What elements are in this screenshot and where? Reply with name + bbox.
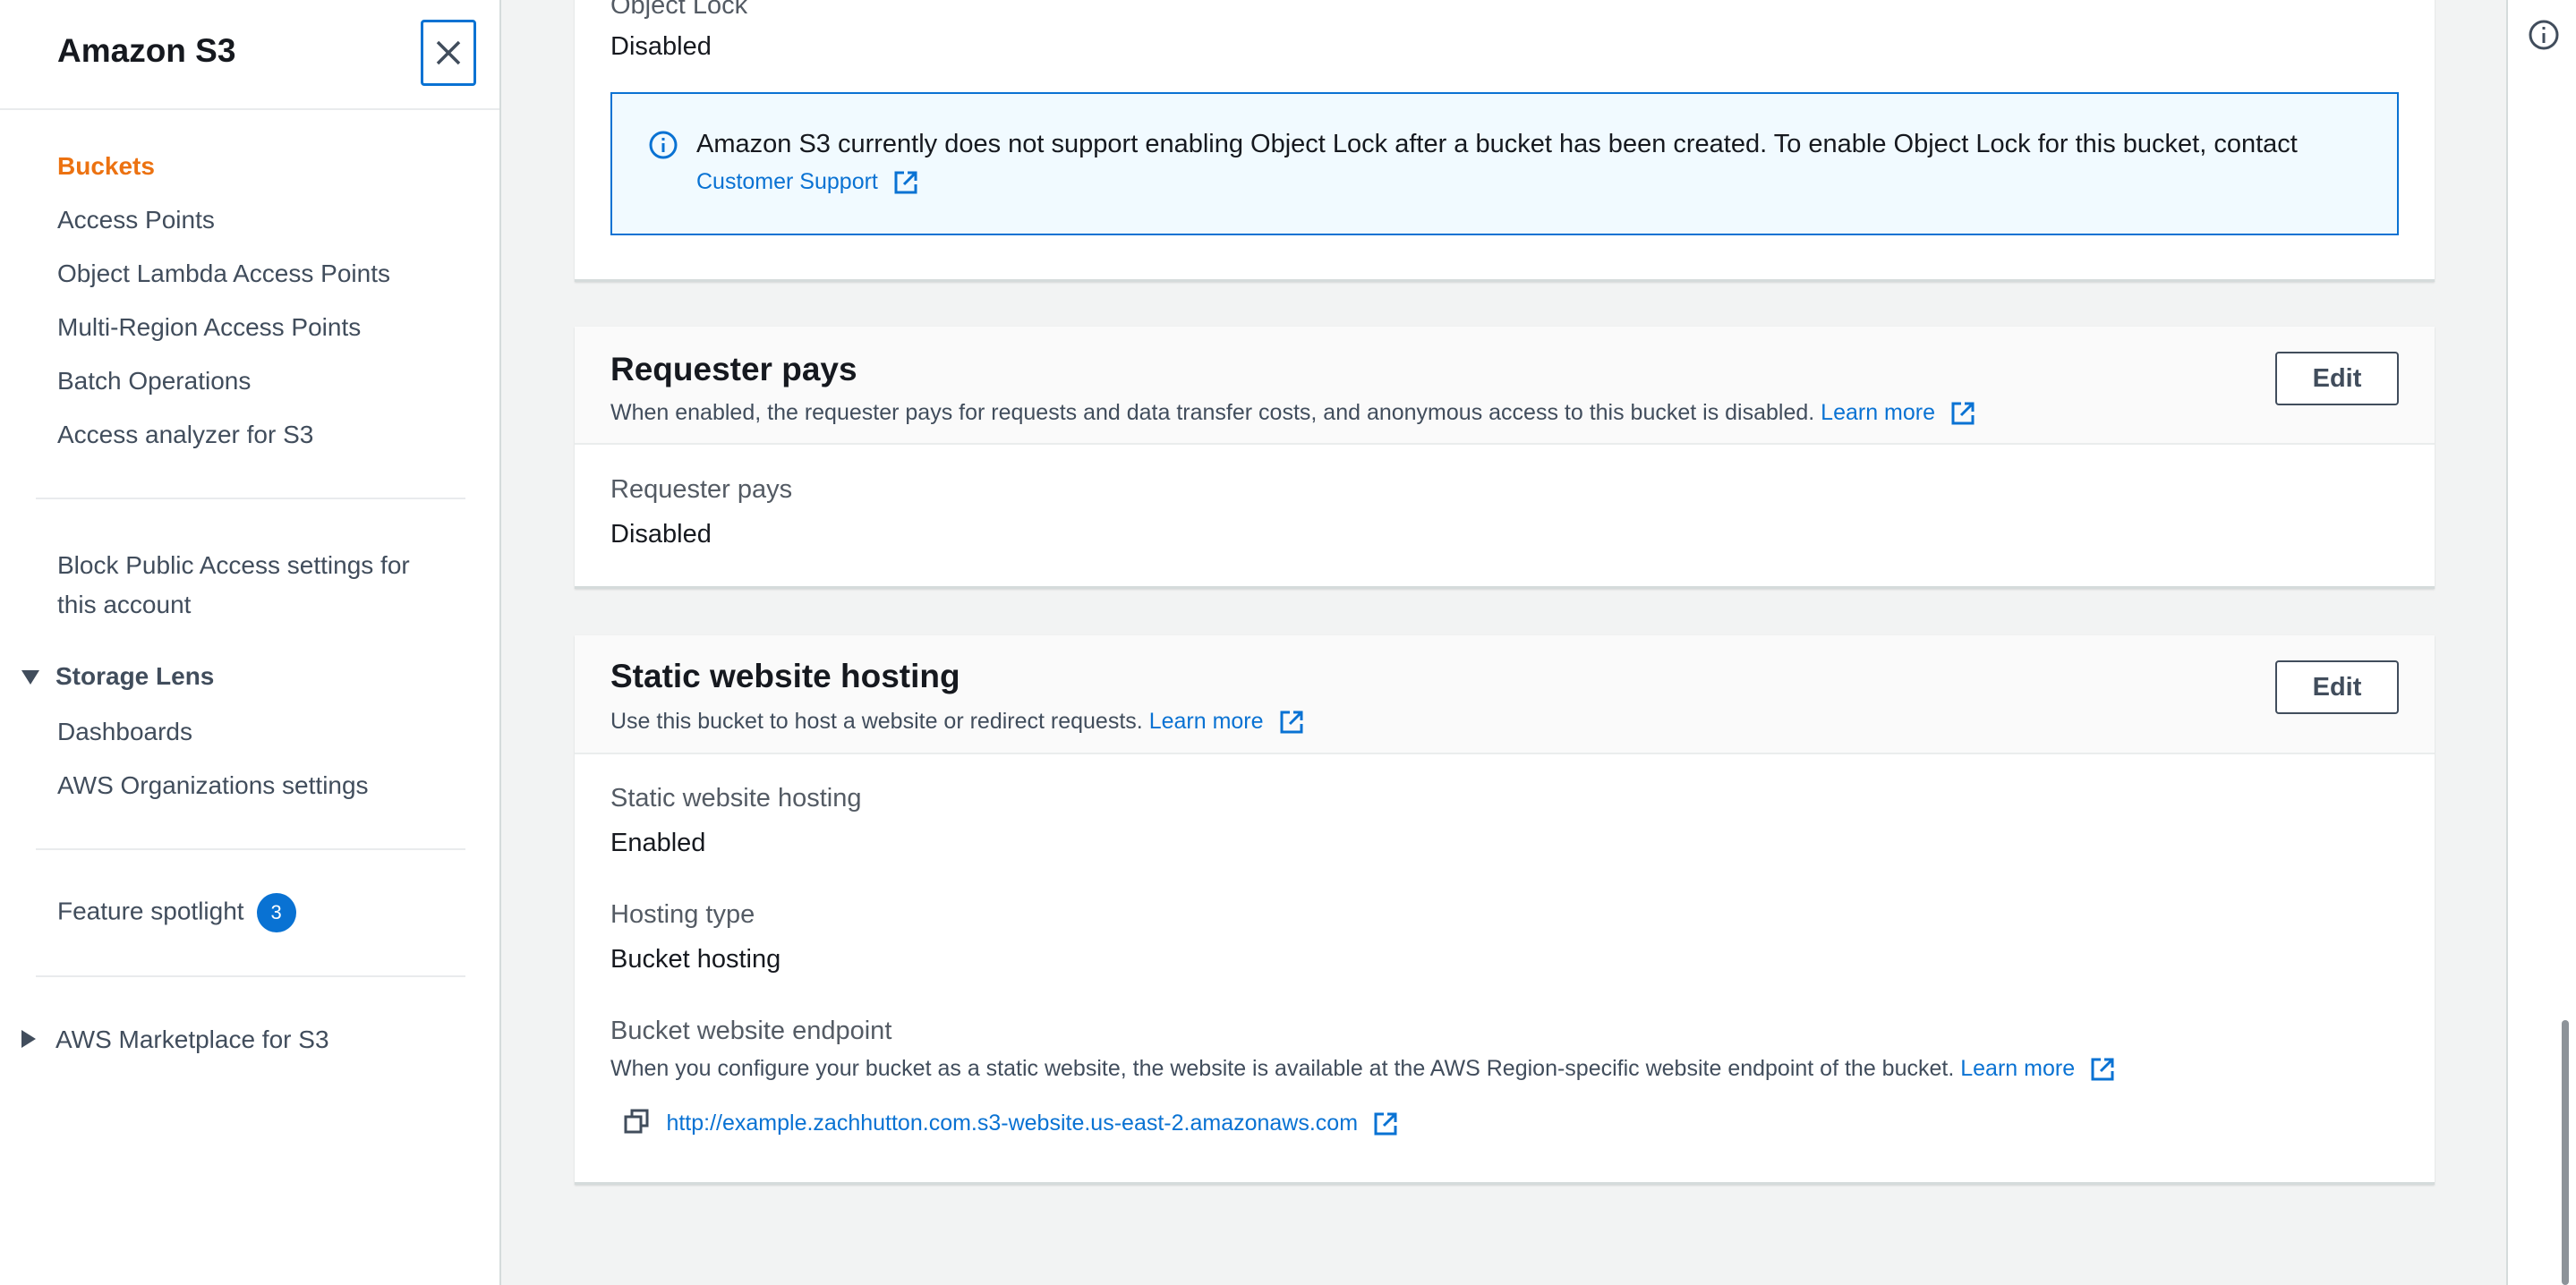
requester-pays-learn-more-link[interactable]: Learn more: [1821, 400, 1975, 425]
copy-icon[interactable]: [623, 1108, 650, 1139]
bucket-website-endpoint-learn-more-link[interactable]: Learn more: [1960, 1056, 2115, 1081]
static-website-hosting-description: Use this bucket to host a website or red…: [610, 709, 1304, 735]
hosting-type-value: Bucket hosting: [610, 945, 781, 974]
static-website-hosting-title: Static website hosting: [610, 658, 960, 694]
requester-pays-header: Requester pays When enabled, the request…: [575, 327, 2435, 445]
nav-section-storage-lens[interactable]: Storage Lens: [21, 662, 214, 691]
caret-down-icon: [21, 662, 55, 691]
nav-item-block-public-access-line1: Block Public Access settings for: [57, 551, 410, 579]
bucket-website-endpoint-link[interactable]: http://example.zachhutton.com.s3-website…: [666, 1111, 1398, 1136]
close-icon: [436, 40, 461, 65]
requester-pays-edit-button[interactable]: Edit: [2275, 352, 2399, 405]
scrollbar-thumb[interactable]: [2562, 1020, 2569, 1285]
requester-pays-field-value: Disabled: [610, 520, 712, 549]
notification-badge: 3: [256, 893, 296, 932]
static-website-hosting-field-value: Enabled: [610, 829, 706, 857]
sidebar: Amazon S3 Buckets Access Points Object L…: [0, 0, 501, 1285]
bucket-website-endpoint-description: When you configure your bucket as a stat…: [610, 1056, 2115, 1082]
external-link-icon: [1280, 711, 1302, 734]
nav-item-feature-spotlight[interactable]: Feature spotlight 3: [57, 893, 296, 932]
static-website-hosting-edit-button[interactable]: Edit: [2275, 660, 2399, 714]
external-link-icon: [894, 171, 917, 194]
nav-divider: [36, 498, 465, 499]
nav-section-aws-marketplace-label: AWS Marketplace for S3: [55, 1025, 329, 1053]
object-lock-info-text: Amazon S3 currently does not support ena…: [696, 130, 2298, 158]
requester-pays-description-text: When enabled, the requester pays for req…: [610, 400, 1815, 425]
info-icon: [648, 130, 678, 165]
static-website-hosting-panel: Static website hosting Use this bucket t…: [575, 635, 2435, 1185]
customer-support-link-text: Customer Support: [696, 169, 878, 194]
nav-item-object-lambda-access-points[interactable]: Object Lambda Access Points: [57, 260, 390, 288]
external-link-icon: [2091, 1058, 2114, 1081]
hosting-type-label: Hosting type: [610, 900, 755, 929]
bucket-website-endpoint-row: http://example.zachhutton.com.s3-website…: [623, 1108, 1398, 1139]
requester-pays-description: When enabled, the requester pays for req…: [610, 400, 1975, 426]
static-website-hosting-learn-more-link[interactable]: Learn more: [1149, 709, 1304, 734]
learn-more-text: Learn more: [1148, 709, 1264, 734]
nav-item-block-public-access-line2: this account: [57, 591, 192, 618]
external-link-icon: [1374, 1112, 1397, 1136]
sidebar-header: Amazon S3: [0, 0, 499, 110]
caret-right-icon: [21, 1025, 55, 1054]
bucket-website-endpoint-label: Bucket website endpoint: [610, 1017, 892, 1045]
static-website-hosting-field-label: Static website hosting: [610, 784, 862, 813]
object-lock-panel: Object Lock Disabled Amazon S3 currently…: [575, 0, 2435, 282]
external-link-icon: [1951, 402, 1975, 425]
requester-pays-field-label: Requester pays: [610, 475, 793, 504]
sidebar-title: Amazon S3: [57, 32, 236, 69]
static-website-hosting-header: Static website hosting Use this bucket t…: [575, 635, 2435, 754]
nav-section-storage-lens-label: Storage Lens: [55, 662, 215, 690]
bucket-website-endpoint-url: http://example.zachhutton.com.s3-website…: [666, 1110, 1359, 1136]
customer-support-link[interactable]: Customer Support: [696, 169, 918, 195]
object-lock-info-alert: Amazon S3 currently does not support ena…: [610, 92, 2399, 235]
requester-pays-title: Requester pays: [610, 351, 857, 387]
nav-divider: [36, 975, 465, 977]
nav-divider: [36, 848, 465, 850]
nav-item-aws-organizations-settings[interactable]: AWS Organizations settings: [57, 771, 369, 800]
nav-item-access-analyzer[interactable]: Access analyzer for S3: [57, 421, 313, 449]
object-lock-value: Disabled: [610, 32, 712, 61]
close-sidebar-button[interactable]: [421, 20, 476, 86]
object-lock-label: Object Lock: [610, 0, 748, 20]
learn-more-text: Learn more: [1960, 1056, 2076, 1081]
nav-item-multi-region-access-points[interactable]: Multi-Region Access Points: [57, 313, 361, 342]
nav-section-aws-marketplace[interactable]: AWS Marketplace for S3: [21, 1025, 329, 1054]
nav-item-block-public-access[interactable]: Block Public Access settings for this ac…: [57, 546, 410, 625]
feature-spotlight-label: Feature spotlight: [57, 897, 244, 925]
nav-item-batch-operations[interactable]: Batch Operations: [57, 367, 251, 396]
nav-item-dashboards[interactable]: Dashboards: [57, 718, 192, 746]
static-website-hosting-description-text: Use this bucket to host a website or red…: [610, 709, 1143, 734]
nav-item-buckets[interactable]: Buckets: [57, 152, 155, 181]
requester-pays-panel: Requester pays When enabled, the request…: [575, 327, 2435, 589]
bucket-website-endpoint-description-text: When you configure your bucket as a stat…: [610, 1056, 1955, 1081]
info-icon[interactable]: [2527, 18, 2561, 56]
nav-item-access-points[interactable]: Access Points: [57, 206, 215, 234]
learn-more-text: Learn more: [1821, 400, 1936, 425]
